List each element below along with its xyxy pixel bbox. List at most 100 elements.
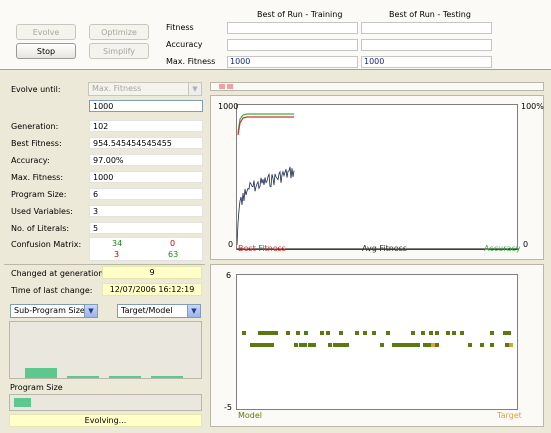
model-point	[258, 331, 262, 335]
model-point	[421, 331, 425, 335]
legend-model: Model	[238, 411, 263, 420]
model-point	[262, 343, 266, 347]
model-point	[345, 343, 349, 347]
model-point	[427, 343, 431, 347]
model-point	[408, 343, 412, 347]
target-model-select[interactable]: Target/Model ▼	[117, 304, 201, 318]
accuracy-y-max: 100%	[521, 102, 544, 111]
sub-program-select-value: Sub-Program Sizes	[14, 306, 89, 315]
fitness-row-label: Fitness	[166, 23, 194, 32]
model-point	[503, 331, 507, 335]
chevron-down-icon: ▼	[188, 83, 201, 95]
avg-fitness-series	[236, 166, 295, 246]
accuracy-training-field	[227, 39, 358, 51]
model-point	[341, 343, 345, 347]
sub-program-sizes-chart	[9, 321, 202, 379]
program-size-label: Program Size:	[11, 190, 67, 199]
fitness-y-max: 1000	[218, 102, 239, 111]
optimize-button[interactable]: Optimize	[89, 24, 149, 40]
model-point	[266, 343, 270, 347]
target-model-select-value: Target/Model	[121, 306, 173, 315]
generation-progress-strip	[210, 82, 544, 91]
model-point	[505, 343, 509, 347]
model-point	[423, 343, 427, 347]
accuracy-row-label: Accuracy	[166, 40, 203, 49]
model-point	[468, 343, 472, 347]
literals-value: 5	[89, 222, 203, 234]
progress-marker	[219, 84, 225, 89]
last-change-value: 12/07/2006 16:12:19	[102, 283, 202, 296]
max-fitness-value: 1000	[89, 171, 203, 183]
sub-program-size-bar	[25, 368, 57, 378]
evolve-button[interactable]: Evolve	[16, 24, 76, 40]
model-point	[294, 343, 298, 347]
model-point	[339, 331, 343, 335]
model-chart-panel: 6 -5 Model Target	[210, 264, 544, 427]
generation-value: 102	[89, 120, 203, 132]
model-point	[250, 343, 254, 347]
evolve-until-select[interactable]: Max. Fitness ▼	[88, 82, 202, 96]
legend-avg-fitness: Avg Fitness	[362, 244, 408, 253]
model-point	[320, 331, 324, 335]
accuracy-label: Accuracy:	[11, 156, 50, 165]
program-size-bar	[9, 394, 202, 411]
used-variables-label: Used Variables:	[11, 207, 73, 216]
evolve-until-label: Evolve until:	[11, 85, 61, 94]
confusion-tp: 34	[112, 239, 123, 248]
model-point	[328, 343, 332, 347]
best-fitness-series	[237, 116, 294, 136]
model-target-chart	[242, 331, 513, 347]
sub-program-size-bar	[67, 376, 99, 378]
fitness-testing-field	[361, 22, 492, 34]
model-point	[337, 343, 341, 347]
training-column-header: Best of Run - Training	[257, 10, 343, 19]
model-point	[363, 331, 367, 335]
model-point	[392, 343, 396, 347]
stop-button[interactable]: Stop	[16, 43, 76, 59]
legend-accuracy: Accuracy	[484, 244, 521, 253]
model-point	[262, 331, 266, 335]
simplify-button[interactable]: Simplify	[89, 43, 149, 59]
model-point	[299, 343, 303, 347]
model-point	[429, 331, 433, 335]
model-point	[452, 331, 456, 335]
run-statistics-panel: Evolve until: Max. Fitness ▼ 1000 Genera…	[3, 72, 206, 430]
target-point	[431, 343, 435, 347]
model-point	[396, 343, 400, 347]
model-point	[386, 331, 390, 335]
model-point	[404, 343, 408, 347]
max-fitness-training-field: 1000	[227, 56, 358, 68]
model-point	[303, 343, 307, 347]
model-point	[254, 343, 258, 347]
sub-program-select[interactable]: Sub-Program Sizes ▼	[10, 304, 98, 318]
status-bar: Evolving...	[9, 414, 202, 427]
model-point	[480, 343, 484, 347]
model-point	[507, 331, 511, 335]
model-point	[308, 343, 312, 347]
fitness-y-min: 0	[228, 240, 234, 249]
max-fitness-label: Max. Fitness:	[11, 173, 64, 182]
model-point	[490, 343, 494, 347]
sub-program-size-bar	[109, 376, 141, 378]
accuracy-y-min: 0	[523, 240, 529, 249]
model-point	[460, 331, 464, 335]
fitness-chart-panel: 1000 0 100% 0 Best Fitness Avg Fitness A…	[210, 95, 544, 260]
chevron-down-icon: ▼	[187, 305, 200, 317]
model-point	[400, 343, 404, 347]
model-point	[412, 343, 416, 347]
model-point	[274, 331, 278, 335]
used-variables-value: 3	[89, 205, 203, 217]
evolve-until-value: Max. Fitness	[92, 84, 142, 93]
divider	[4, 264, 205, 265]
model-point	[270, 331, 274, 335]
model-point	[355, 331, 359, 335]
changed-at-generation-value: 9	[102, 266, 202, 279]
confusion-matrix: 34 0 3 63	[89, 237, 203, 261]
testing-column-header: Best of Run - Testing	[389, 10, 471, 19]
confusion-fn: 3	[114, 250, 120, 259]
model-point	[446, 331, 450, 335]
fitness-chart	[236, 113, 519, 250]
model-point	[333, 343, 337, 347]
model-point	[304, 331, 308, 335]
evolve-until-target-input[interactable]: 1000	[89, 100, 203, 112]
